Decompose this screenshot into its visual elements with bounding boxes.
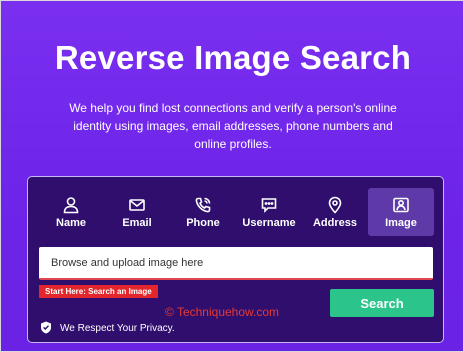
page-title: Reverse Image Search [54,39,412,76]
envelope-icon [129,199,145,211]
search-type-tabs: Name Email Phone Username Address Image [28,188,445,236]
shield-check-icon [41,321,51,334]
tab-phone[interactable]: Phone [170,188,236,236]
tab-phone-label: Phone [186,217,220,229]
phone-icon [195,197,211,213]
tab-email[interactable]: Email [104,188,170,236]
tab-address-label: Address [312,217,358,229]
tab-username-label: Username [242,217,296,229]
person-icon [63,197,79,214]
page-frame: Reverse Image Search We help you find lo… [0,0,464,352]
tab-name-label: Name [56,217,86,229]
tab-email-label: Email [122,217,152,229]
image-upload-field[interactable] [39,247,433,280]
tab-name[interactable]: Name [38,188,104,236]
watermark-text: © Techniquehow.com [165,305,280,319]
search-button[interactable]: Search [330,289,434,317]
tab-username[interactable]: Username [236,188,302,236]
image-upload-input[interactable] [49,247,423,278]
location-pin-icon [328,196,342,214]
page-subtitle: We help you find lost connections and ve… [69,101,397,151]
start-here-label: Start Here: Search an Image [39,285,158,298]
chat-icon [261,198,277,213]
tab-address[interactable]: Address [302,188,368,236]
image-icon [393,197,409,213]
tab-image-label: Image [385,217,417,229]
tab-image[interactable]: Image [368,188,434,236]
privacy-text: We Respect Your Privacy. [60,323,175,334]
